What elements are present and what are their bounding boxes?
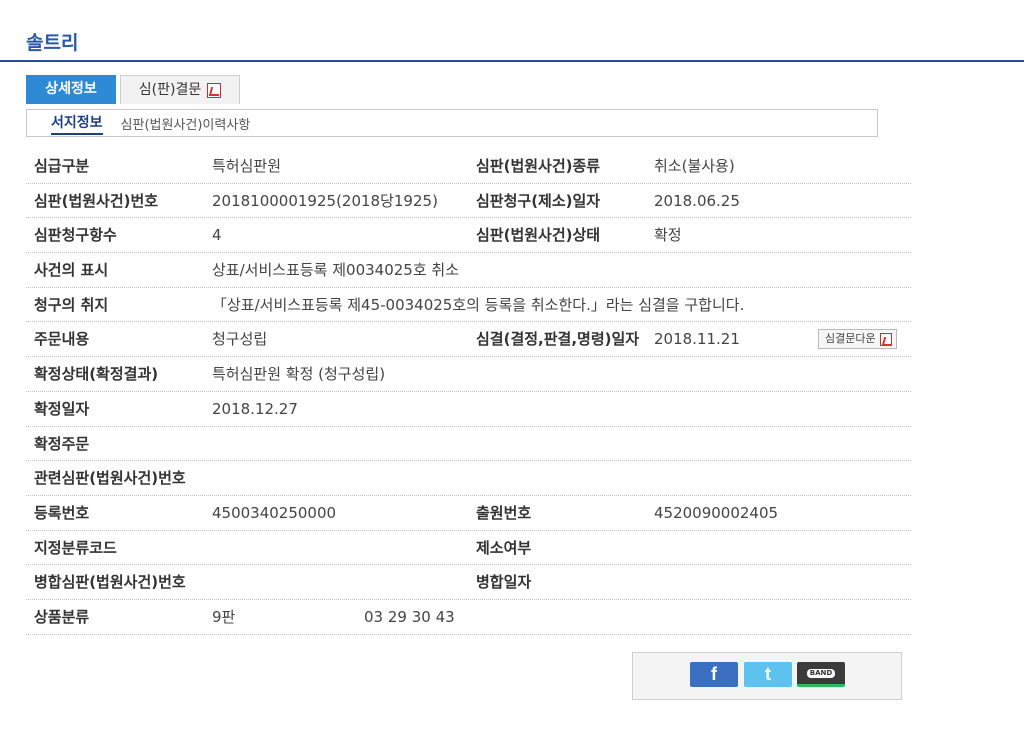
field-label: 주문내용: [34, 330, 90, 349]
field-value: 청구성립: [212, 330, 268, 349]
field-value: 2018.06.25: [654, 191, 740, 210]
table-row: 청구의 취지 「상표/서비스표등록 제45-0034025호의 등록을 취소한다…: [26, 288, 911, 323]
table-row: 심급구분 특허심판원 심판(법원사건)종류 취소(불사용): [26, 149, 911, 184]
field-value: 취소(불사용): [654, 157, 735, 175]
decision-download-label: 심결문다운: [825, 332, 876, 346]
table-row: 확정주문: [26, 427, 911, 462]
field-label: 지정분류코드: [34, 538, 117, 557]
field-value: 2018.11.21: [654, 330, 740, 349]
field-label: 심판(법원사건)종류: [476, 157, 601, 175]
page-header: 솔트리: [0, 0, 1024, 62]
field-value: 4520090002405: [654, 503, 779, 522]
table-row: 관련심판(법원사건)번호: [26, 461, 911, 496]
field-label: 제소여부: [476, 538, 532, 557]
band-share-button[interactable]: BAND: [797, 662, 845, 687]
field-value: 4500340250000: [212, 503, 337, 522]
table-row: 심판청구항수 4 심판(법원사건)상태 확정: [26, 218, 911, 254]
field-value: 확정: [654, 226, 682, 245]
table-row: 등록번호 4500340250000 출원번호 4520090002405: [26, 496, 911, 531]
field-label: 심결(결정,판결,명령)일자: [476, 330, 640, 349]
field-value: 특허심판원: [212, 157, 282, 175]
field-value: 2018.12.27: [212, 399, 298, 418]
field-value: 4: [212, 226, 222, 245]
field-value: 특허심판원 확정 (청구성립): [212, 365, 386, 384]
field-label: 심판청구항수: [34, 226, 117, 245]
table-row: 확정일자 2018.12.27: [26, 392, 911, 427]
field-label: 상품분류: [34, 607, 90, 626]
field-value: 2018100001925(2018당1925): [212, 191, 438, 210]
field-label: 심판(법원사건)상태: [476, 226, 601, 245]
field-label: 확정주문: [34, 434, 90, 453]
field-label: 출원번호: [476, 503, 532, 522]
field-value: 상표/서비스표등록 제0034025호 취소: [212, 261, 459, 280]
field-label: 병합일자: [476, 573, 532, 592]
subtab-bibliographic-info[interactable]: 서지정보: [51, 112, 103, 135]
facebook-icon: f: [711, 664, 717, 684]
band-icon: BAND: [806, 668, 836, 678]
table-row: 상품분류 9판 03 29 30 43: [26, 600, 911, 635]
pdf-icon: [879, 332, 892, 346]
field-label: 청구의 취지: [34, 295, 109, 314]
table-row: 지정분류코드 제소여부: [26, 531, 911, 566]
field-value: 03 29 30 43: [364, 607, 455, 626]
field-label: 병합심판(법원사건)번호: [34, 573, 186, 592]
field-label: 확정일자: [34, 399, 90, 418]
main-tabs: 상세정보 심(판)결문: [26, 75, 240, 104]
tab-decision-document[interactable]: 심(판)결문: [120, 75, 240, 104]
field-label: 심판(법원사건)번호: [34, 191, 159, 210]
field-value: 「상표/서비스표등록 제45-0034025호의 등록을 취소한다.」라는 심결…: [212, 295, 745, 314]
table-row: 병합심판(법원사건)번호 병합일자: [26, 565, 911, 600]
table-row: 확정상태(확정결과) 특허심판원 확정 (청구성립): [26, 357, 911, 392]
field-label: 심판청구(제소)일자: [476, 191, 601, 210]
twitter-share-button[interactable]: t: [744, 662, 792, 687]
table-row: 주문내용 청구성립 심결(결정,판결,명령)일자 2018.11.21 심결문다…: [26, 322, 911, 358]
field-label: 확정상태(확정결과): [34, 365, 159, 384]
decision-download-button[interactable]: 심결문다운: [818, 329, 897, 350]
share-box: f t BAND: [632, 652, 902, 700]
field-label: 심급구분: [34, 157, 90, 175]
field-value: 9판: [212, 607, 236, 626]
pdf-icon: [207, 82, 222, 98]
twitter-icon: t: [765, 664, 771, 684]
info-table: 심급구분 특허심판원 심판(법원사건)종류 취소(불사용) 심판(법원사건)번호…: [26, 149, 911, 635]
table-row: 심판(법원사건)번호 2018100001925(2018당1925) 심판청구…: [26, 184, 911, 219]
subtab-case-history[interactable]: 심판(법원사건)이력사항: [121, 114, 251, 133]
page-title: 솔트리: [26, 32, 79, 54]
tab-decision-document-label: 심(판)결문: [138, 81, 202, 98]
tab-detail-info[interactable]: 상세정보: [26, 75, 116, 104]
subtabs: 서지정보 심판(법원사건)이력사항: [26, 109, 878, 137]
facebook-share-button[interactable]: f: [690, 662, 738, 687]
field-label: 관련심판(법원사건)번호: [34, 469, 186, 488]
table-row: 사건의 표시 상표/서비스표등록 제0034025호 취소: [26, 253, 911, 288]
field-label: 사건의 표시: [34, 261, 109, 280]
field-label: 등록번호: [34, 503, 90, 522]
